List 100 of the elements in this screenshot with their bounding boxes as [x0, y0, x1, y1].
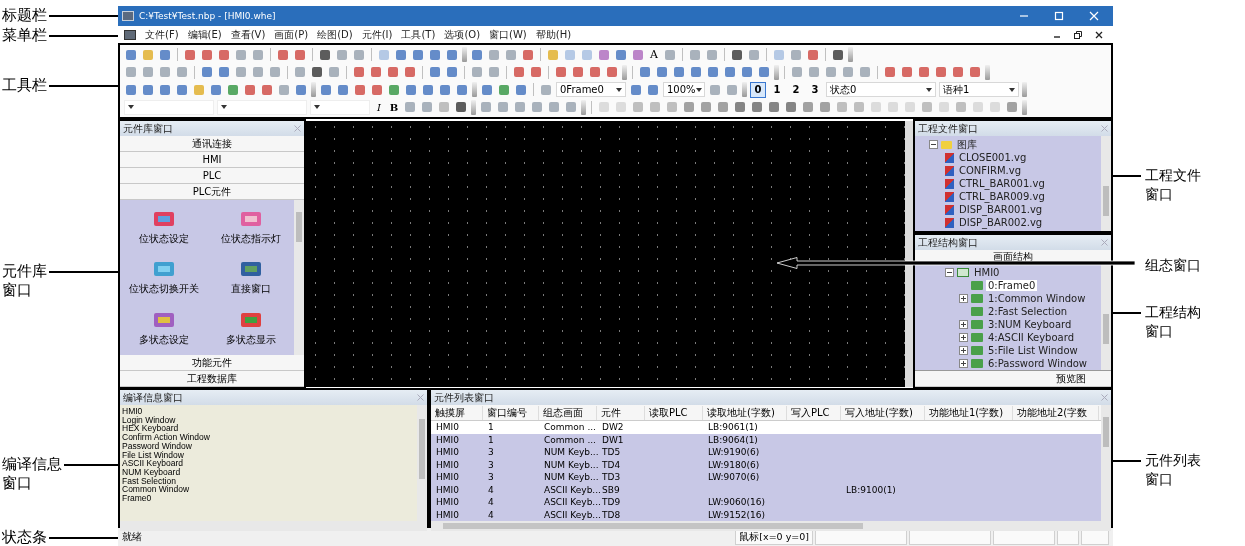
tree-item[interactable]: DISP_BAR001.vg	[957, 204, 1045, 215]
tool-icon[interactable]	[141, 82, 155, 97]
menu-item[interactable]: 编辑(E)	[187, 27, 222, 42]
toolbar-grip[interactable]	[462, 47, 467, 63]
tool-icon[interactable]	[689, 65, 703, 80]
design-canvas[interactable]	[306, 121, 913, 387]
state-button[interactable]: 1	[769, 81, 785, 98]
vertical-scrollbar[interactable]	[1101, 136, 1111, 231]
italic-button[interactable]: I	[373, 101, 385, 113]
toolbar-grip[interactable]	[1022, 99, 1027, 115]
scroll-thumb[interactable]	[1103, 314, 1109, 344]
category-button[interactable]: 通讯连接	[120, 136, 304, 152]
tool-icon[interactable]	[629, 82, 643, 97]
column-header[interactable]: 读取地址(字数)	[703, 405, 787, 420]
vertical-scrollbar[interactable]	[417, 405, 427, 521]
table-row[interactable]: HMI0 4 ASCII Keyb...SB9 LB:9100(1)	[431, 483, 1101, 496]
tool-icon[interactable]	[260, 82, 274, 97]
toolbar-grip[interactable]	[471, 99, 476, 115]
menu-item[interactable]: 文件(F)	[145, 27, 179, 42]
tool-icon[interactable]	[438, 82, 452, 97]
scroll-thumb[interactable]	[443, 523, 863, 529]
tree-item[interactable]: 2:Fast Selection	[986, 306, 1070, 317]
tool-icon[interactable]	[319, 82, 333, 97]
column-header[interactable]: 功能地址2(字数	[1013, 405, 1099, 420]
tool-icon[interactable]	[200, 65, 214, 80]
menu-item[interactable]: 帮助(H)	[535, 27, 572, 42]
tool-icon[interactable]	[706, 65, 720, 80]
library-item[interactable]: 位状态设定	[120, 208, 207, 247]
tree-item[interactable]: CTRL_BAR009.vg	[957, 191, 1047, 202]
tool-icon[interactable]	[310, 65, 324, 80]
tool-icon[interactable]	[387, 82, 401, 97]
tool-icon[interactable]	[370, 82, 384, 97]
tool-icon[interactable]	[470, 47, 484, 62]
tool-icon[interactable]	[428, 47, 442, 62]
tool-icon[interactable]	[831, 47, 845, 62]
menu-item[interactable]: 窗口(W)	[489, 27, 527, 42]
tool-icon[interactable]	[655, 65, 669, 80]
tool-icon[interactable]	[445, 65, 459, 80]
menu-item[interactable]: 选项(O)	[444, 27, 481, 42]
tool-icon[interactable]	[934, 65, 948, 80]
menu-item[interactable]: 绘图(D)	[317, 27, 353, 42]
category-button[interactable]: 功能元件	[120, 355, 304, 371]
tool-icon[interactable]	[646, 82, 660, 97]
dropdown[interactable]: 语种1	[939, 82, 1019, 98]
tool-icon[interactable]	[183, 47, 197, 62]
tool-icon[interactable]	[757, 65, 771, 80]
tool-icon[interactable]	[200, 47, 214, 62]
table-row[interactable]: HMI0 4 ASCII Keyb...TD9 LW:9060(16)	[431, 496, 1101, 509]
tree-item[interactable]: DISP_BAR002.vg	[957, 217, 1045, 228]
table-row[interactable]: HMI0 3 NUM Keyb... TD3 LW:9070(6)	[431, 471, 1101, 484]
tool-icon[interactable]	[353, 82, 367, 97]
menu-item[interactable]: 画面(P)	[274, 27, 309, 42]
expander-icon[interactable]	[959, 333, 968, 342]
tool-icon[interactable]	[806, 47, 820, 62]
category-button[interactable]: PLC	[120, 168, 304, 184]
tool-icon[interactable]	[597, 47, 611, 62]
dropdown[interactable]: 状态0	[826, 82, 936, 98]
tool-icon[interactable]	[740, 65, 754, 80]
toolbar-grip[interactable]	[581, 99, 586, 115]
tool-icon[interactable]	[883, 65, 897, 80]
tool-icon[interactable]	[638, 65, 652, 80]
tool-icon[interactable]	[554, 65, 568, 80]
tool-icon[interactable]	[336, 82, 350, 97]
table-row[interactable]: HMI0 3 NUM Keyb... TD5 LW:9190(6)	[431, 446, 1101, 459]
vertical-scrollbar[interactable]	[294, 200, 304, 355]
column-header[interactable]: 组态画面	[539, 405, 597, 420]
tool-icon[interactable]	[631, 47, 645, 62]
tree-item[interactable]: 1:Common Window	[986, 293, 1088, 304]
tree-item[interactable]: 5:File List Window	[986, 345, 1080, 356]
toolbar-grip[interactable]	[848, 47, 853, 63]
text-tool-button[interactable]: A	[648, 48, 660, 62]
library-item[interactable]: 多状态设定	[120, 308, 207, 347]
tool-icon[interactable]	[276, 47, 290, 62]
toolbar-grip[interactable]	[311, 82, 316, 98]
toolbar-grip[interactable]	[472, 82, 477, 98]
tool-icon[interactable]	[900, 65, 914, 80]
panel-tab[interactable]: 预览图	[915, 370, 1111, 387]
category-button[interactable]: HMI	[120, 152, 304, 168]
tool-icon[interactable]	[514, 82, 528, 97]
table-row[interactable]: HMI0 4 ASCII Keyb...TD8 LW:9152(16)	[431, 508, 1101, 521]
tool-icon[interactable]	[158, 47, 172, 62]
tool-icon[interactable]	[730, 47, 744, 62]
toolbar-grip[interactable]	[742, 82, 747, 98]
column-header[interactable]: 写入PLC	[787, 405, 841, 420]
tool-icon[interactable]	[454, 100, 468, 115]
toolbar-grip[interactable]	[622, 64, 627, 80]
table-row[interactable]: HMI0 1 Common ... DW1 LB:9064(1)	[431, 433, 1101, 446]
column-header[interactable]: 读取PLC	[645, 405, 703, 420]
column-header[interactable]: 写入地址(字数)	[841, 405, 925, 420]
tool-icon[interactable]	[917, 65, 931, 80]
tool-icon[interactable]	[217, 47, 231, 62]
column-header[interactable]: 元件	[597, 405, 645, 420]
tool-icon[interactable]	[968, 65, 982, 80]
bold-button[interactable]: B	[388, 101, 400, 113]
horizontal-scrollbar[interactable]	[120, 521, 427, 531]
tool-icon[interactable]	[455, 82, 469, 97]
tool-icon[interactable]	[386, 65, 400, 80]
tool-icon[interactable]	[209, 82, 223, 97]
library-item[interactable]: 多状态显示	[207, 308, 294, 347]
tool-icon[interactable]	[672, 65, 686, 80]
